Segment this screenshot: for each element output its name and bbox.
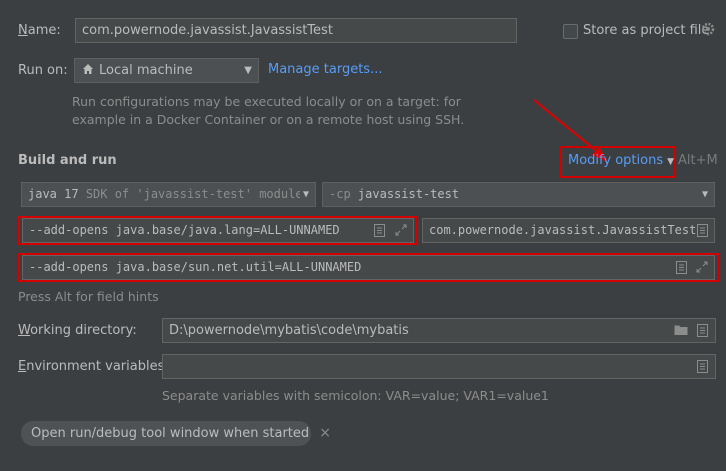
gear-icon[interactable] — [700, 21, 716, 41]
open-tool-window-chip[interactable]: Open run/debug tool window when started … — [21, 421, 331, 446]
close-icon[interactable]: × — [319, 425, 331, 441]
run-on-description-line2: example in a Docker Container or on a re… — [72, 112, 465, 127]
chevron-down-icon: ▼ — [701, 189, 708, 200]
modify-options-shortcut: Alt+M — [678, 153, 718, 168]
store-as-project-file-checkbox[interactable] — [563, 24, 578, 39]
name-field[interactable]: com.powernode.javassist.JavassistTest — [75, 18, 517, 43]
jdk-select[interactable]: java 17 SDK of 'javassist-test' module ▼ — [21, 182, 316, 207]
environment-variables-hint: Separate variables with semicolon: VAR=v… — [162, 388, 549, 403]
chevron-down-icon: ▼ — [299, 183, 309, 206]
chevron-down-icon: ▼ — [244, 65, 252, 76]
environment-variables-field[interactable] — [162, 354, 716, 379]
working-directory-label: Working directory: — [18, 323, 137, 338]
modify-options-label: Modify options — [568, 153, 664, 168]
open-tool-window-label: Open run/debug tool window when started — [31, 426, 310, 441]
chevron-down-icon: ▼ — [667, 157, 675, 167]
document-icon[interactable] — [697, 224, 709, 237]
build-and-run-title: Build and run — [18, 153, 117, 168]
main-class-field[interactable]: com.powernode.javassist.JavassistTest — [422, 218, 715, 243]
run-on-label: Run on: — [18, 63, 68, 78]
run-on-description-line1: Run configurations may be executed local… — [72, 94, 461, 109]
vm-options-highlight — [18, 216, 417, 245]
run-on-select[interactable]: Local machine ▼ — [74, 58, 259, 83]
environment-variables-label: Environment variables: — [18, 359, 169, 374]
classpath-flag: -cp — [329, 187, 351, 201]
working-directory-field[interactable]: D:\powernode\mybatis\code\mybatis — [162, 318, 716, 343]
classpath-module: javassist-test — [357, 187, 460, 201]
classpath-select[interactable]: -cp javassist-test ▼ — [322, 182, 715, 207]
jdk-detail: SDK of 'javassist-test' module — [85, 187, 303, 201]
field-hint: Press Alt for field hints — [18, 289, 159, 304]
store-as-project-file-label[interactable]: Store as project file — [583, 23, 709, 38]
folder-icon[interactable] — [674, 324, 688, 337]
document-icon[interactable] — [697, 360, 709, 373]
manage-targets-link[interactable]: Manage targets... — [268, 62, 382, 77]
run-on-selected: Local machine — [99, 63, 193, 78]
document-icon[interactable] — [697, 324, 709, 337]
jdk-version: java 17 — [28, 187, 79, 201]
name-label: Name: — [18, 23, 61, 38]
home-icon — [82, 59, 94, 82]
program-arguments-highlight — [18, 253, 719, 282]
modify-options-link[interactable]: Modify options ▼ — [568, 153, 674, 168]
